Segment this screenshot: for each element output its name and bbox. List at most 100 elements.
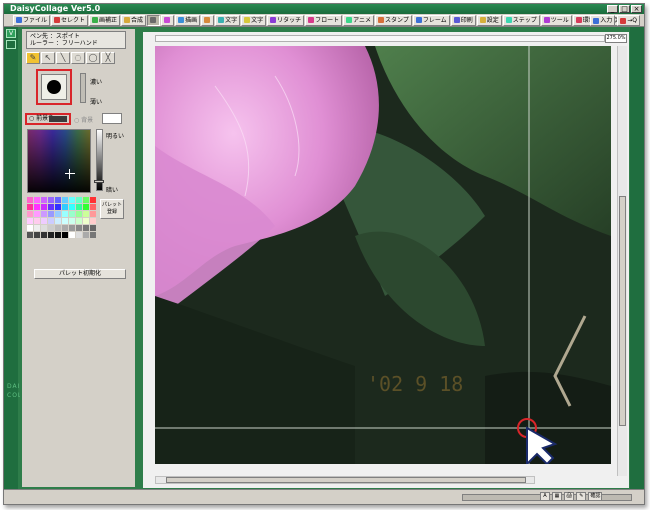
palette-swatch[interactable] [62, 232, 68, 238]
palette-swatch[interactable] [62, 218, 68, 224]
palette-swatch[interactable] [90, 218, 96, 224]
toolbar-button[interactable]: 設定 [476, 14, 502, 26]
palette-swatch[interactable] [69, 204, 75, 210]
palette-swatch[interactable] [41, 218, 47, 224]
toolbar-button[interactable]: ファイル [13, 14, 51, 26]
palette-swatch[interactable] [55, 197, 61, 203]
palette-swatch[interactable] [34, 218, 40, 224]
view-toggle-button[interactable]: V [6, 29, 16, 38]
toolbar-button[interactable]: セレクト [51, 14, 89, 26]
opacity-slider[interactable] [80, 73, 86, 103]
brush-tool-button[interactable]: ◯ [86, 52, 100, 64]
palette-swatch[interactable] [76, 218, 82, 224]
toolbar-button[interactable]: 画補正 [89, 14, 121, 26]
palette-swatch[interactable] [55, 232, 61, 238]
horizontal-scrollbar[interactable] [155, 476, 535, 484]
palette-swatch[interactable] [41, 204, 47, 210]
palette-swatch[interactable] [62, 225, 68, 231]
brush-tool-button[interactable]: ✎ [26, 52, 40, 64]
palette-swatch[interactable] [27, 197, 33, 203]
palette-register-button[interactable]: パレット 登録 [100, 199, 124, 219]
toolbar-button[interactable]: アニメ [343, 14, 375, 26]
palette-swatch[interactable] [69, 211, 75, 217]
brush-tool-button[interactable]: ↖ [41, 52, 55, 64]
brush-tool-button[interactable]: ╲ [56, 52, 70, 64]
vertical-scrollbar[interactable] [617, 46, 627, 476]
palette-swatch[interactable] [83, 211, 89, 217]
status-icon[interactable]: 🖨 [564, 492, 575, 501]
palette-swatch[interactable] [34, 204, 40, 210]
palette-swatch[interactable] [69, 197, 75, 203]
palette-swatch[interactable] [41, 232, 47, 238]
palette-swatch[interactable] [83, 225, 89, 231]
horizontal-scroll-thumb[interactable] [166, 477, 526, 483]
palette-swatch[interactable] [41, 211, 47, 217]
palette-swatch[interactable] [76, 204, 82, 210]
palette-swatch[interactable] [34, 225, 40, 231]
palette-init-button[interactable]: パレット初期化 [34, 269, 126, 279]
toolbar-button[interactable]: 文字 [215, 14, 241, 26]
status-icon[interactable]: ✎ [576, 492, 587, 501]
toolbar-button[interactable]: 合成 [121, 14, 147, 26]
close-button[interactable]: × [631, 5, 642, 13]
palette-swatch[interactable] [83, 204, 89, 210]
palette-swatch[interactable] [48, 218, 54, 224]
palette-swatch[interactable] [34, 232, 40, 238]
palette-swatch[interactable] [48, 197, 54, 203]
palette-swatch[interactable] [69, 225, 75, 231]
palette-swatch[interactable] [83, 197, 89, 203]
toolbar-right-button[interactable]: 入力 [590, 15, 616, 26]
palette-swatch[interactable] [83, 218, 89, 224]
palette-swatch[interactable] [41, 197, 47, 203]
brush-preview[interactable] [36, 69, 72, 105]
palette-swatch[interactable] [90, 211, 96, 217]
brush-tool-button[interactable]: ╳ [101, 52, 115, 64]
toolbar-button[interactable]: 描画 [175, 14, 201, 26]
palette-swatch[interactable] [62, 211, 68, 217]
palette-swatch[interactable] [69, 232, 75, 238]
palette-swatch[interactable] [27, 232, 33, 238]
brush-tool-button[interactable]: ◌ [71, 52, 85, 64]
palette-swatch[interactable] [90, 232, 96, 238]
palette-swatch[interactable] [27, 211, 33, 217]
palette-swatch[interactable] [55, 211, 61, 217]
maximize-button[interactable]: □ [619, 5, 630, 13]
palette-swatch[interactable] [27, 225, 33, 231]
palette-swatch[interactable] [55, 204, 61, 210]
palette-swatch[interactable] [55, 218, 61, 224]
palette-swatch[interactable] [55, 225, 61, 231]
palette-swatch[interactable] [90, 197, 96, 203]
palette-swatch[interactable] [41, 225, 47, 231]
palette-swatch[interactable] [48, 204, 54, 210]
toolbar-button[interactable]: 文字 [241, 14, 267, 26]
palette-swatch[interactable] [76, 197, 82, 203]
toolbar-button[interactable]: 印刷 [450, 14, 476, 26]
brightness-thumb[interactable] [94, 180, 104, 183]
palette-swatch[interactable] [76, 232, 82, 238]
palette-swatch[interactable] [90, 225, 96, 231]
toolbar-button[interactable]: リタッチ [267, 14, 305, 26]
background-swatch[interactable] [102, 113, 122, 124]
palette-swatch[interactable] [48, 211, 54, 217]
color-picker[interactable] [27, 129, 91, 193]
toolbar-button[interactable]: ツール [540, 14, 572, 26]
image-canvas[interactable]: '02 9 18 [155, 46, 611, 464]
status-icon[interactable]: 確認 [588, 492, 603, 501]
toolbar-button[interactable]: スタンプ [375, 14, 412, 26]
toolbar-button[interactable]: フレーム [412, 14, 450, 26]
toolbar-button[interactable] [147, 14, 161, 26]
palette-swatch[interactable] [76, 211, 82, 217]
palette-swatch[interactable] [27, 204, 33, 210]
strip-toggle-button[interactable] [6, 40, 16, 49]
palette-swatch[interactable] [69, 218, 75, 224]
foreground-color-select[interactable]: ○ 前景色 [25, 113, 71, 125]
toolbar-button[interactable]: フロート [305, 14, 343, 26]
palette-swatch[interactable] [62, 197, 68, 203]
status-icon[interactable]: A [540, 492, 550, 501]
toolbar-right-button[interactable]: →Q [617, 15, 640, 26]
toolbar-button[interactable] [161, 14, 175, 26]
palette-swatch[interactable] [27, 218, 33, 224]
background-label[interactable]: ○ 背景 [74, 115, 93, 124]
toolbar-button[interactable] [201, 14, 215, 26]
palette-swatch[interactable] [48, 232, 54, 238]
